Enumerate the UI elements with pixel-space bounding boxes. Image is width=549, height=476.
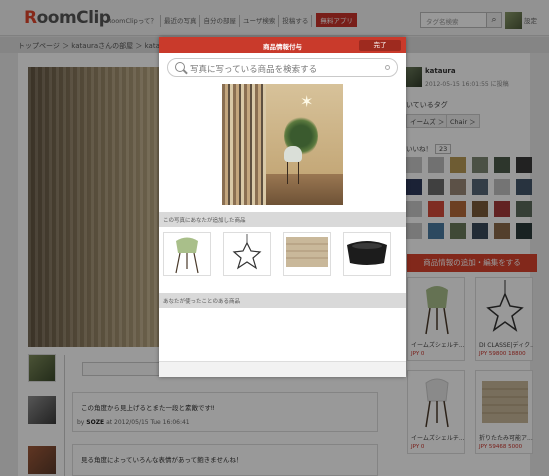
product-search-placeholder: 写真に写っている商品を検索する <box>190 65 318 75</box>
section-added-label: この写真にあなたが追加した商品 <box>163 218 246 224</box>
star-lamp-icon <box>232 234 262 270</box>
section-used-label: あなたが使ったことのある商品 <box>163 299 240 305</box>
added-product[interactable] <box>223 232 271 276</box>
section-added-products: この写真にあなたが追加した商品 <box>159 212 406 227</box>
chair-icon <box>175 237 199 274</box>
tagged-photo[interactable]: ✶ <box>222 84 343 205</box>
done-button[interactable]: 完了 <box>359 40 401 51</box>
chair-leg <box>287 162 288 184</box>
modal-header: 商品情報付与 完了 <box>159 37 406 53</box>
clear-icon[interactable] <box>385 65 390 70</box>
wood-board-icon <box>286 237 328 267</box>
added-product[interactable] <box>163 232 211 276</box>
chair-leg <box>298 162 299 184</box>
added-product[interactable] <box>343 232 391 276</box>
product-tag-modal: 商品情報付与 完了 写真に写っている商品を検索する ✶ この写真にあなたが追加し… <box>159 37 406 377</box>
added-product[interactable] <box>283 232 331 276</box>
star-lamp-icon: ✶ <box>300 92 314 111</box>
added-products-row <box>159 228 406 280</box>
photo-chair <box>284 146 306 184</box>
black-tray-icon <box>347 241 387 265</box>
modal-footer <box>159 361 406 377</box>
search-icon <box>175 62 185 72</box>
section-used-products: あなたが使ったことのある商品 <box>159 293 406 308</box>
product-search-input[interactable]: 写真に写っている商品を検索する <box>167 58 398 77</box>
used-products-area <box>159 309 406 361</box>
photo-curtain <box>222 84 266 205</box>
chair-seat <box>284 146 302 162</box>
